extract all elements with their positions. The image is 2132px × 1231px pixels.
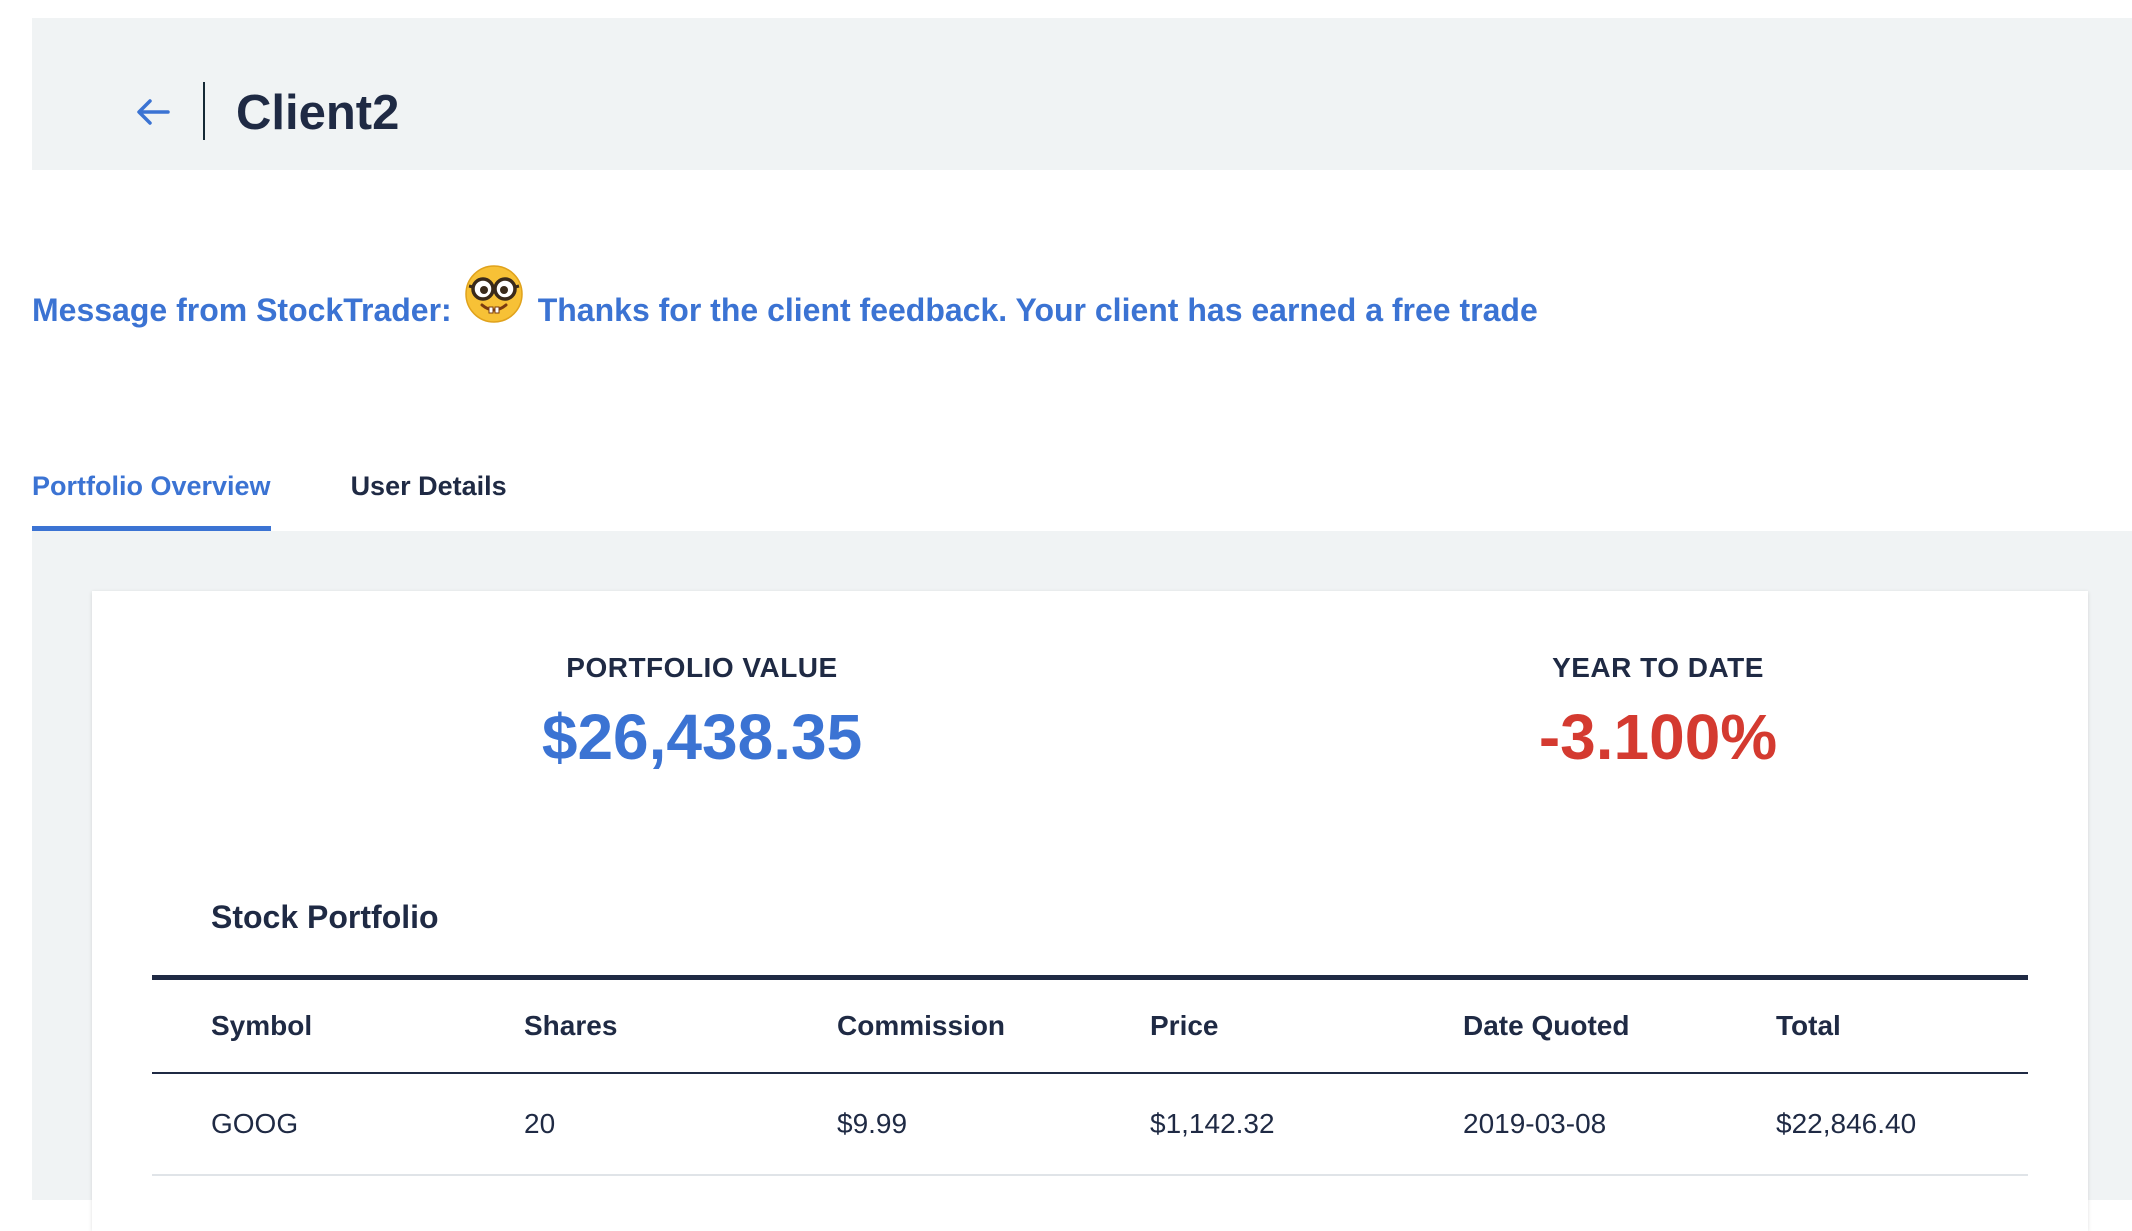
cell-total: $22,846.40 <box>1776 1108 1917 1139</box>
column-header-price[interactable]: Price <box>1150 980 1219 1072</box>
portfolio-value-metric: PORTFOLIO VALUE $26,438.35 <box>402 651 1002 777</box>
tab-bar: Portfolio Overview User Details <box>32 455 507 532</box>
column-header-date-quoted[interactable]: Date Quoted <box>1463 980 1629 1072</box>
portfolio-card: PORTFOLIO VALUE $26,438.35 YEAR TO DATE … <box>92 591 2088 1231</box>
header-divider <box>203 82 205 140</box>
portfolio-value-label: PORTFOLIO VALUE <box>566 652 838 683</box>
portfolio-value-amount: $26,438.35 <box>541 701 863 773</box>
back-button[interactable] <box>134 88 172 136</box>
tab-portfolio-overview[interactable]: Portfolio Overview <box>32 455 271 532</box>
column-header-total[interactable]: Total <box>1776 980 1841 1072</box>
tab-user-details[interactable]: User Details <box>351 455 507 532</box>
stock-portfolio-title: Stock Portfolio <box>211 899 439 935</box>
column-header-commission[interactable]: Commission <box>837 980 1005 1072</box>
nerd-face-emoji-icon <box>464 264 524 324</box>
cell-shares: 20 <box>524 1108 556 1139</box>
year-to-date-metric: YEAR TO DATE -3.100% <box>1358 651 1958 777</box>
stocktrader-message: Message from StockTrader: Thanks for the… <box>32 265 1538 350</box>
year-to-date-label: YEAR TO DATE <box>1552 652 1764 683</box>
page-header: Client2 <box>32 18 2132 170</box>
message-text: Thanks for the client feedback. Your cli… <box>537 291 1538 328</box>
table-header: Symbol Shares Commission Price Date Quot… <box>152 980 2028 1074</box>
cell-date-quoted: 2019-03-08 <box>1463 1108 1607 1139</box>
year-to-date-percent: -3.100% <box>1538 701 1778 773</box>
cell-commission: $9.99 <box>837 1108 908 1139</box>
arrow-left-icon <box>134 88 172 136</box>
message-prefix: Message from StockTrader: <box>32 291 452 328</box>
column-header-symbol[interactable]: Symbol <box>211 980 312 1072</box>
table-row[interactable]: GOOG 20 $9.99 $1,142.32 2019-03-08 $22,8… <box>152 1074 2028 1176</box>
cell-price: $1,142.32 <box>1150 1108 1275 1139</box>
column-header-shares[interactable]: Shares <box>524 980 617 1072</box>
cell-symbol: GOOG <box>211 1108 299 1139</box>
page-title: Client2 <box>236 86 400 140</box>
